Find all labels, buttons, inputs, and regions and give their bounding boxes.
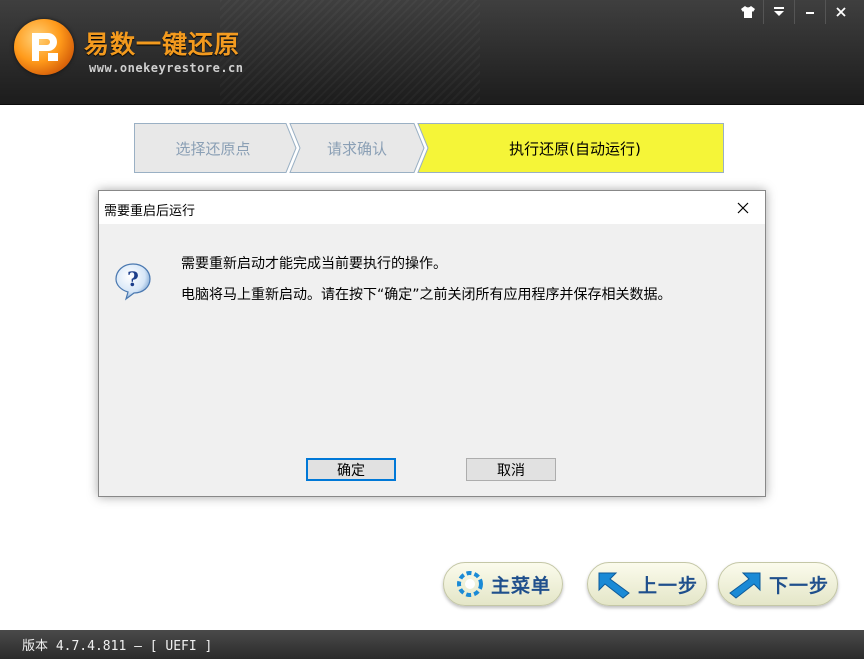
minimize-icon xyxy=(806,12,814,14)
window-controls xyxy=(733,0,856,24)
app-title: 易数一键还原 xyxy=(84,30,241,59)
step-indicator: 选择还原点 请求确认 执行还原(自动运行) xyxy=(134,123,724,173)
prev-step-button[interactable]: 上一步 xyxy=(587,562,707,606)
close-button[interactable] xyxy=(825,0,856,24)
header-bar: 易数一键还原 www.onekeyrestore.cn xyxy=(0,0,864,105)
question-icon: ? xyxy=(113,261,153,301)
dialog-message-line1: 需要重新启动才能完成当前要执行的操作。 xyxy=(181,256,447,272)
main-menu-button[interactable]: 主菜单 xyxy=(443,562,563,606)
status-bar: 版本 4.7.4.811 — [ UEFI ] xyxy=(0,630,864,659)
close-icon xyxy=(836,7,846,17)
restart-dialog: 需要重启后运行 ? 需要重新启动才能完成当前要执行的操作。 电脑将马上重新启动。… xyxy=(98,190,766,497)
version-text: 版本 4.7.4.811 — [ UEFI ] xyxy=(22,639,213,654)
svg-text:?: ? xyxy=(127,267,139,291)
close-icon xyxy=(737,202,749,214)
dialog-close-button[interactable] xyxy=(731,196,755,220)
shirt-icon xyxy=(741,6,755,18)
main-menu-label: 主菜单 xyxy=(490,574,551,597)
menu-button[interactable] xyxy=(763,0,794,24)
prev-step-label: 上一步 xyxy=(637,574,698,597)
ok-button[interactable]: 确定 xyxy=(306,458,396,481)
skin-button[interactable] xyxy=(733,0,763,24)
dialog-titlebar: 需要重启后运行 xyxy=(99,191,765,224)
next-step-button[interactable]: 下一步 xyxy=(718,562,838,606)
step-execute-restore: 执行还原(自动运行) xyxy=(509,139,641,158)
chevron-down-icon xyxy=(774,7,784,16)
app-url: www.onekeyrestore.cn xyxy=(89,61,244,75)
next-step-label: 下一步 xyxy=(768,574,829,597)
dialog-message-line2: 电脑将马上重新启动。请在按下“确定”之前关闭所有应用程序并保存相关数据。 xyxy=(181,287,672,303)
refresh-icon xyxy=(456,571,483,597)
arrow-back-icon xyxy=(598,572,630,599)
step-select-restore-point: 选择还原点 xyxy=(175,139,251,158)
step-request-confirm: 请求确认 xyxy=(326,139,387,158)
arrow-forward-icon xyxy=(729,572,761,599)
app-window: 易数一键还原 www.onekeyrestore.cn 选择还原点 请求确认 执… xyxy=(0,0,864,659)
minimize-button[interactable] xyxy=(794,0,825,24)
onekeyrestore-logo-icon xyxy=(14,19,74,75)
cancel-button[interactable]: 取消 xyxy=(466,458,556,481)
dialog-title: 需要重启后运行 xyxy=(104,204,196,219)
